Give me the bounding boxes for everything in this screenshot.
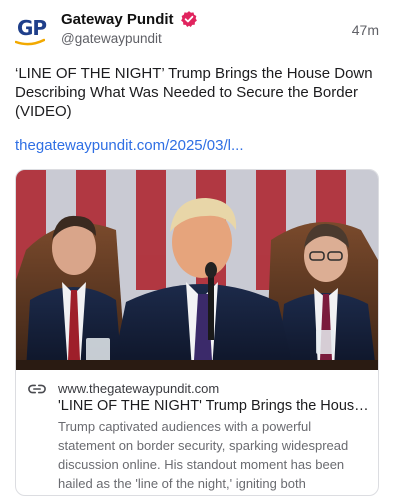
post-text: ‘LINE OF THE NIGHT’ Trump Brings the Hou… bbox=[15, 65, 373, 120]
post-link[interactable]: thegatewaypundit.com/2025/03/l... bbox=[15, 137, 244, 154]
avatar-swoosh bbox=[15, 38, 45, 46]
preview-image bbox=[16, 170, 378, 370]
preview-domain: www.thegatewaypundit.com bbox=[58, 381, 220, 396]
verified-badge-icon bbox=[180, 11, 197, 27]
link-preview-card[interactable]: www.thegatewaypundit.com 'LINE OF THE NI… bbox=[15, 169, 379, 496]
author-name[interactable]: Gateway Pundit bbox=[61, 11, 174, 28]
link-icon bbox=[28, 384, 46, 394]
author-row: Gateway Pundit bbox=[61, 10, 198, 28]
avatar-initials: GP bbox=[17, 16, 47, 40]
author-handle[interactable]: @gatewaypundit bbox=[61, 31, 162, 46]
preview-description: Trump captivated audiences with a powerf… bbox=[58, 419, 349, 491]
avatar[interactable]: GP bbox=[14, 8, 52, 48]
preview-body: www.thegatewaypundit.com 'LINE OF THE NI… bbox=[16, 371, 378, 495]
preview-title[interactable]: 'LINE OF THE NIGHT' Trump Brings the Hou… bbox=[58, 398, 370, 414]
post-timestamp: 47m bbox=[351, 22, 379, 38]
